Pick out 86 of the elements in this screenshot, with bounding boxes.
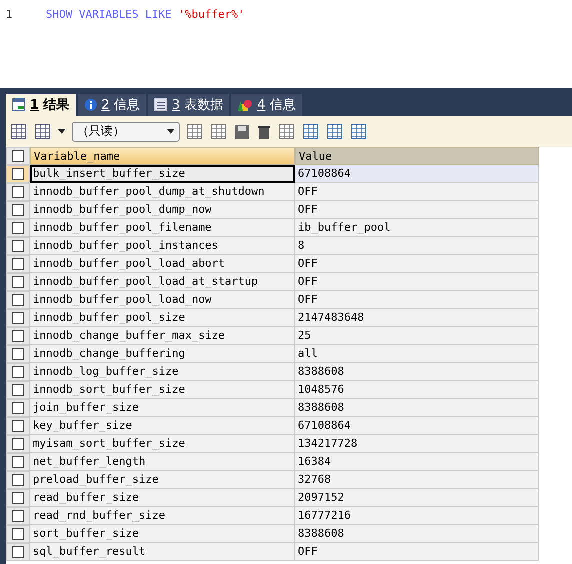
row-checkbox[interactable] [12,330,24,342]
table-cell: 25 [295,327,539,345]
table-cell: innodb_change_buffering [30,345,295,363]
row-checkbox[interactable] [12,186,24,198]
row-checkbox[interactable] [12,456,24,468]
table-cell: key_buffer_size [30,417,295,435]
row-checkbox[interactable] [12,546,24,558]
table-cell: OFF [295,273,539,291]
table-cell: 8388608 [295,525,539,543]
table-cell: innodb_buffer_pool_size [30,309,295,327]
grid-view-icon[interactable] [302,122,320,140]
table-cell: myisam_sort_buffer_size [30,435,295,453]
mode-dropdown[interactable]: （只读） [72,122,180,142]
table-cell: sql_buffer_result [30,543,295,561]
info-icon [84,98,98,112]
table-cell: read_buffer_size [30,489,295,507]
row-checkbox[interactable] [12,222,24,234]
table-icon [154,98,168,112]
table-cell: 8 [295,237,539,255]
column-header[interactable]: Value [295,147,539,165]
row-checkbox[interactable] [12,312,24,324]
result-tab[interactable]: 1 结果 [6,94,76,116]
result-tab[interactable]: 4 信息 [231,94,302,116]
table-cell: innodb_buffer_pool_dump_now [30,201,295,219]
table-cell: innodb_log_buffer_size [30,363,295,381]
table-cell: innodb_sort_buffer_size [30,381,295,399]
table-cell: innodb_buffer_pool_instances [30,237,295,255]
row-checkbox[interactable] [12,528,24,540]
table-cell: bulk_insert_buffer_size [30,165,295,183]
table-cell: innodb_change_buffer_max_size [30,327,295,345]
table-cell: OFF [295,183,539,201]
save-icon[interactable] [234,124,250,140]
row-checkbox[interactable] [12,204,24,216]
table-cell: innodb_buffer_pool_dump_at_shutdown [30,183,295,201]
table-cell: 32768 [295,471,539,489]
row-checkbox[interactable] [12,366,24,378]
row-checkbox[interactable] [12,402,24,414]
table-cell: innodb_buffer_pool_filename [30,219,295,237]
row-checkbox[interactable] [12,240,24,252]
row-checkbox[interactable] [12,348,24,360]
column-header[interactable]: Variable_name [30,147,295,165]
string-literal: '%buffer%' [178,8,245,21]
table-cell: net_buffer_length [30,453,295,471]
table-cell: innodb_buffer_pool_load_at_startup [30,273,295,291]
table-cell: 67108864 [295,165,539,183]
table-cell: read_rnd_buffer_size [30,507,295,525]
shapes-icon [237,98,254,112]
line-number: 1 [6,8,14,21]
row-checkbox[interactable] [12,492,24,504]
table-cell: OFF [295,543,539,561]
row-checkbox[interactable] [12,168,24,180]
table-cell: innodb_buffer_pool_load_abort [30,255,295,273]
row-checkbox[interactable] [12,294,24,306]
table-cell: OFF [295,255,539,273]
table-cell: 134217728 [295,435,539,453]
row-checkbox[interactable] [12,276,24,288]
table-cell: 8388608 [295,399,539,417]
table-cell: all [295,345,539,363]
table-icon [12,98,26,112]
table-cell: preload_buffer_size [30,471,295,489]
table-cell: innodb_buffer_pool_load_now [30,291,295,309]
table-cell: 8388608 [295,363,539,381]
table-cell: 67108864 [295,417,539,435]
row-checkbox[interactable] [12,420,24,432]
row-checkbox[interactable] [12,258,24,270]
row-checkbox[interactable] [12,384,24,396]
caret-icon[interactable] [58,128,66,134]
table-cell: sort_buffer_size [30,525,295,543]
result-tab[interactable]: 2 信息 [78,94,146,116]
row-checkbox[interactable] [12,474,24,486]
trash-icon[interactable] [256,124,272,140]
table-cell: OFF [295,291,539,309]
row-checkbox[interactable] [12,438,24,450]
table-cell: 2097152 [295,489,539,507]
table-cell: join_buffer_size [30,399,295,417]
row-checkbox[interactable] [12,510,24,522]
table-cell: 16384 [295,453,539,471]
select-all-checkbox[interactable] [12,150,24,162]
table-cell: 1048576 [295,381,539,399]
result-tab[interactable]: 3 表数据 [148,94,230,116]
table-cell: OFF [295,201,539,219]
caret-icon[interactable] [167,128,175,134]
sql-keyword: SHOW VARIABLES LIKE [46,8,172,21]
table-cell: ib_buffer_pool [295,219,539,237]
table-cell: 2147483648 [295,309,539,327]
table-cell: 16777216 [295,507,539,525]
